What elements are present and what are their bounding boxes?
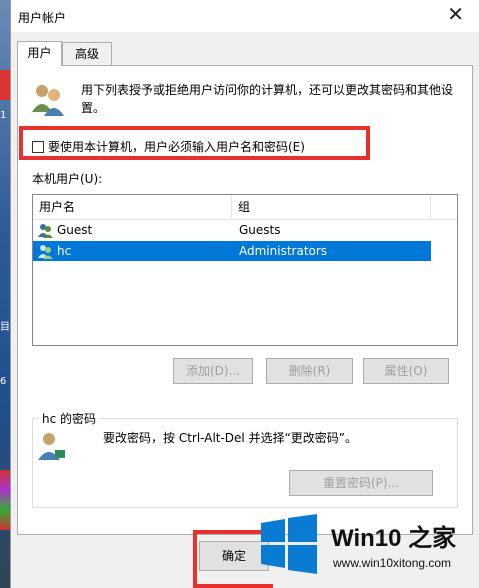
tab-advanced[interactable]: 高级 [62, 42, 112, 65]
password-section-title: hc 的密码 [39, 410, 100, 427]
properties-button[interactable]: 属性(O) [363, 358, 449, 384]
add-button[interactable]: 添加(D)... [173, 358, 253, 384]
row-group: Guests [239, 223, 281, 237]
tab-users[interactable]: 用户 [17, 41, 62, 66]
column-header-username[interactable]: 用户名 [33, 195, 231, 219]
require-password-label[interactable]: 要使用本计算机，用户必须输入用户名和密码(E) [48, 138, 305, 156]
title-bar[interactable]: 用户帐户 ✕ [11, 0, 479, 32]
watermark-url: www.win10xitong.com [333, 556, 452, 570]
user-icon [38, 224, 53, 238]
users-list[interactable]: 用户名 组 Guest Guests hc Administrators [32, 194, 458, 346]
desktop-app-icon[interactable] [0, 70, 10, 100]
windows-logo-icon [261, 514, 317, 574]
remove-button[interactable]: 删除(R) [266, 358, 353, 384]
user-key-icon [38, 433, 65, 460]
user-icon [38, 245, 53, 259]
table-row[interactable]: Guest Guests [33, 220, 431, 240]
user-accounts-dialog: 用户帐户 ✕ 用户 高级 用下列表授予或拒绝用户访问你的计算机，还可以更改其密码… [10, 0, 479, 588]
column-header-group[interactable]: 组 [232, 195, 430, 219]
window-title: 用户帐户 [18, 11, 67, 25]
table-row[interactable]: hc Administrators [33, 241, 431, 261]
users-group-icon [32, 85, 64, 116]
desktop-icon-fragment: 6 [0, 376, 7, 387]
column-divider[interactable] [430, 195, 431, 219]
password-instructions: 要改密码，按 Ctrl-Alt-Del 并选择“更改密码”。 [103, 431, 358, 445]
row-username: hc [57, 244, 72, 258]
desktop-icon-fragment: 目 [0, 322, 10, 333]
require-password-checkbox[interactable] [32, 141, 44, 153]
desktop-app-icon[interactable] [0, 470, 10, 530]
row-username: Guest [57, 223, 93, 237]
reset-password-button[interactable]: 重置密码(P)... [289, 470, 433, 496]
close-icon[interactable]: ✕ [447, 3, 464, 25]
row-group: Administrators [239, 244, 328, 258]
desktop-icon-fragment: 1 [0, 110, 7, 121]
users-list-label: 本机用户(U): [32, 172, 103, 186]
watermark-title: Win10 之家 [331, 525, 457, 552]
list-header: 用户名 组 [33, 195, 457, 220]
description-text: 用下列表授予或拒绝用户访问你的计算机，还可以更改其密码和其他设置。 [81, 83, 454, 115]
watermark: Win10 之家 www.win10xitong.com [249, 504, 479, 588]
